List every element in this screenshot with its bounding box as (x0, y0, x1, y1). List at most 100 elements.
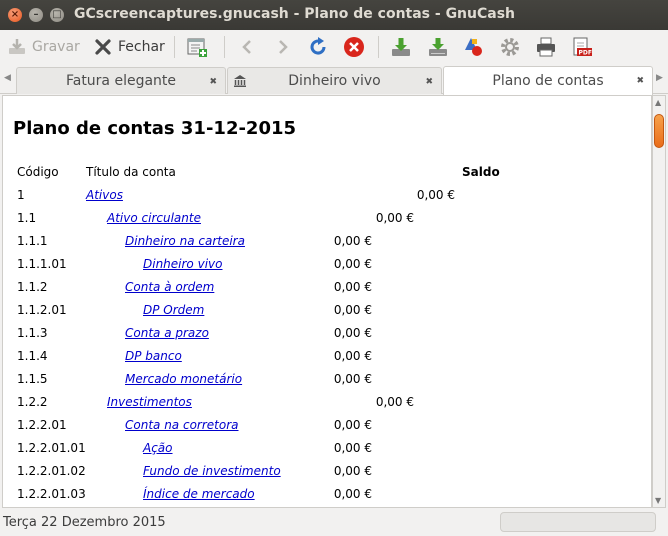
table-row: 1.1.2.01 DP Ordem 0,00 € (3, 303, 651, 326)
account-code: 1.1.4 (17, 349, 48, 363)
progress-bar (500, 512, 656, 532)
tab-dinheiro-vivo[interactable]: Dinheiro vivo ✖ (227, 67, 442, 94)
bank-icon (233, 74, 247, 92)
account-balance: 0,00 € (375, 211, 414, 225)
save-to-disk-icon (427, 36, 449, 58)
close-button[interactable]: Fechar (92, 34, 165, 60)
window-close-button[interactable]: × (8, 8, 22, 22)
stop-button[interactable] (343, 34, 365, 60)
new-invoice-button[interactable] (186, 34, 208, 60)
account-balance: 0,00 € (416, 188, 455, 202)
account-link[interactable]: Investimentos (107, 395, 192, 409)
import-button[interactable] (390, 34, 412, 60)
status-bar: Terça 22 Dezembro 2015 (0, 510, 668, 536)
save-label: Gravar (32, 39, 80, 55)
arrow-left-icon (236, 36, 258, 58)
toolbar-separator (224, 36, 225, 58)
account-balance: 0,00 € (375, 395, 414, 409)
toolbar-separator (174, 36, 175, 58)
account-code: 1.2.2.01.02 (17, 464, 86, 478)
account-code: 1.2.2 (17, 395, 48, 409)
export-button[interactable] (427, 34, 449, 60)
account-code: 1.2.2.01.03 (17, 487, 86, 501)
print-button[interactable] (535, 34, 557, 60)
refresh-button[interactable] (307, 34, 329, 60)
account-code: 1.1.5 (17, 372, 48, 386)
account-link[interactable]: Ativos (86, 188, 123, 202)
account-link[interactable]: Ativo circulante (107, 211, 201, 225)
tab-bar: ◀ Fatura elegante ✖ Dinheiro vivo ✖ Plan… (0, 66, 668, 95)
save-button[interactable]: Gravar (6, 34, 80, 60)
column-header-name: Título da conta (86, 165, 176, 179)
tab-label: Fatura elegante (65, 73, 177, 89)
toolbar: Gravar Fechar PDF (0, 30, 668, 64)
svg-text:PDF: PDF (579, 50, 592, 57)
title-bar: × – □ GCscreencaptures.gnucash - Plano d… (0, 0, 668, 30)
account-code: 1 (17, 188, 25, 202)
account-balance: 0,00 € (333, 372, 372, 386)
table-row: 1.1 Ativo circulante 0,00 € (3, 211, 651, 234)
column-header-code: Código (17, 165, 59, 179)
scrollbar-thumb[interactable] (654, 114, 664, 148)
scroll-up-icon[interactable]: ▲ (655, 98, 661, 107)
settings-button[interactable] (499, 34, 521, 60)
account-code: 1.1 (17, 211, 37, 225)
account-code: 1.1.3 (17, 326, 48, 340)
table-row: 1 Ativos 0,00 € (3, 188, 651, 211)
table-row: 1.2.2 Investimentos 0,00 € (3, 395, 651, 418)
account-balance: 0,00 € (333, 441, 372, 455)
table-row: 1.2.2.01 Conta na corretora 0,00 € (3, 418, 651, 441)
table-row: 1.1.5 Mercado monetário 0,00 € (3, 372, 651, 395)
account-code: 1.2.2.01 (17, 418, 67, 432)
tab-plano-de-contas[interactable]: Plano de contas ✖ (443, 66, 653, 95)
close-label: Fechar (118, 39, 165, 55)
account-link[interactable]: Mercado monetário (125, 372, 242, 386)
tab-scroll-left-button[interactable]: ◀ (4, 73, 11, 83)
report-options-button[interactable] (463, 34, 485, 60)
account-balance: 0,00 € (333, 464, 372, 478)
account-code: 1.1.2 (17, 280, 48, 294)
report-title: Plano de contas 31-12-2015 (13, 118, 297, 139)
stop-icon (343, 36, 365, 58)
save-icon (6, 36, 28, 58)
account-balance: 0,00 € (333, 487, 372, 501)
status-text: Terça 22 Dezembro 2015 (3, 515, 166, 530)
account-link[interactable]: DP banco (125, 349, 182, 363)
tab-close-icon[interactable]: ✖ (636, 76, 644, 86)
account-link[interactable]: Conta na corretora (125, 418, 239, 432)
vertical-scrollbar[interactable]: ▲ ▼ (652, 95, 666, 508)
printer-icon (535, 36, 557, 58)
tab-label: Dinheiro vivo (288, 73, 381, 89)
account-code: 1.2.2.01.01 (17, 441, 86, 455)
account-link[interactable]: Conta à ordem (125, 280, 214, 294)
gear-icon (499, 36, 521, 58)
close-x-icon (92, 36, 114, 58)
account-code: 1.1.1.01 (17, 257, 67, 271)
tab-label: Plano de contas (492, 73, 604, 89)
arrow-right-icon (272, 36, 294, 58)
account-link[interactable]: Dinheiro na carteira (125, 234, 245, 248)
back-button[interactable] (236, 34, 258, 60)
pdf-icon: PDF (571, 36, 593, 58)
account-link[interactable]: DP Ordem (143, 303, 204, 317)
account-balance: 0,00 € (333, 257, 372, 271)
account-link[interactable]: Dinheiro vivo (143, 257, 222, 271)
account-link[interactable]: Conta a prazo (125, 326, 209, 340)
tab-close-icon[interactable]: ✖ (209, 77, 217, 87)
tab-scroll-right-button[interactable]: ▶ (656, 73, 663, 83)
account-link[interactable]: Fundo de investimento (143, 464, 281, 478)
account-link[interactable]: Índice de mercado (143, 487, 255, 501)
tab-fatura-elegante[interactable]: Fatura elegante ✖ (16, 67, 226, 94)
window-minimize-button[interactable]: – (29, 8, 43, 22)
table-row: 1.1.2 Conta à ordem 0,00 € (3, 280, 651, 303)
window-maximize-button[interactable]: □ (50, 8, 64, 22)
account-code: 1.1.2.01 (17, 303, 67, 317)
account-balance: 0,00 € (333, 349, 372, 363)
table-row: 1.2.2.01.02 Fundo de investimento 0,00 € (3, 464, 651, 487)
tab-close-icon[interactable]: ✖ (425, 77, 433, 87)
scroll-down-icon[interactable]: ▼ (655, 496, 661, 505)
table-row: 1.1.4 DP banco 0,00 € (3, 349, 651, 372)
forward-button[interactable] (272, 34, 294, 60)
account-link[interactable]: Ação (143, 441, 173, 455)
export-pdf-button[interactable]: PDF (571, 34, 593, 60)
